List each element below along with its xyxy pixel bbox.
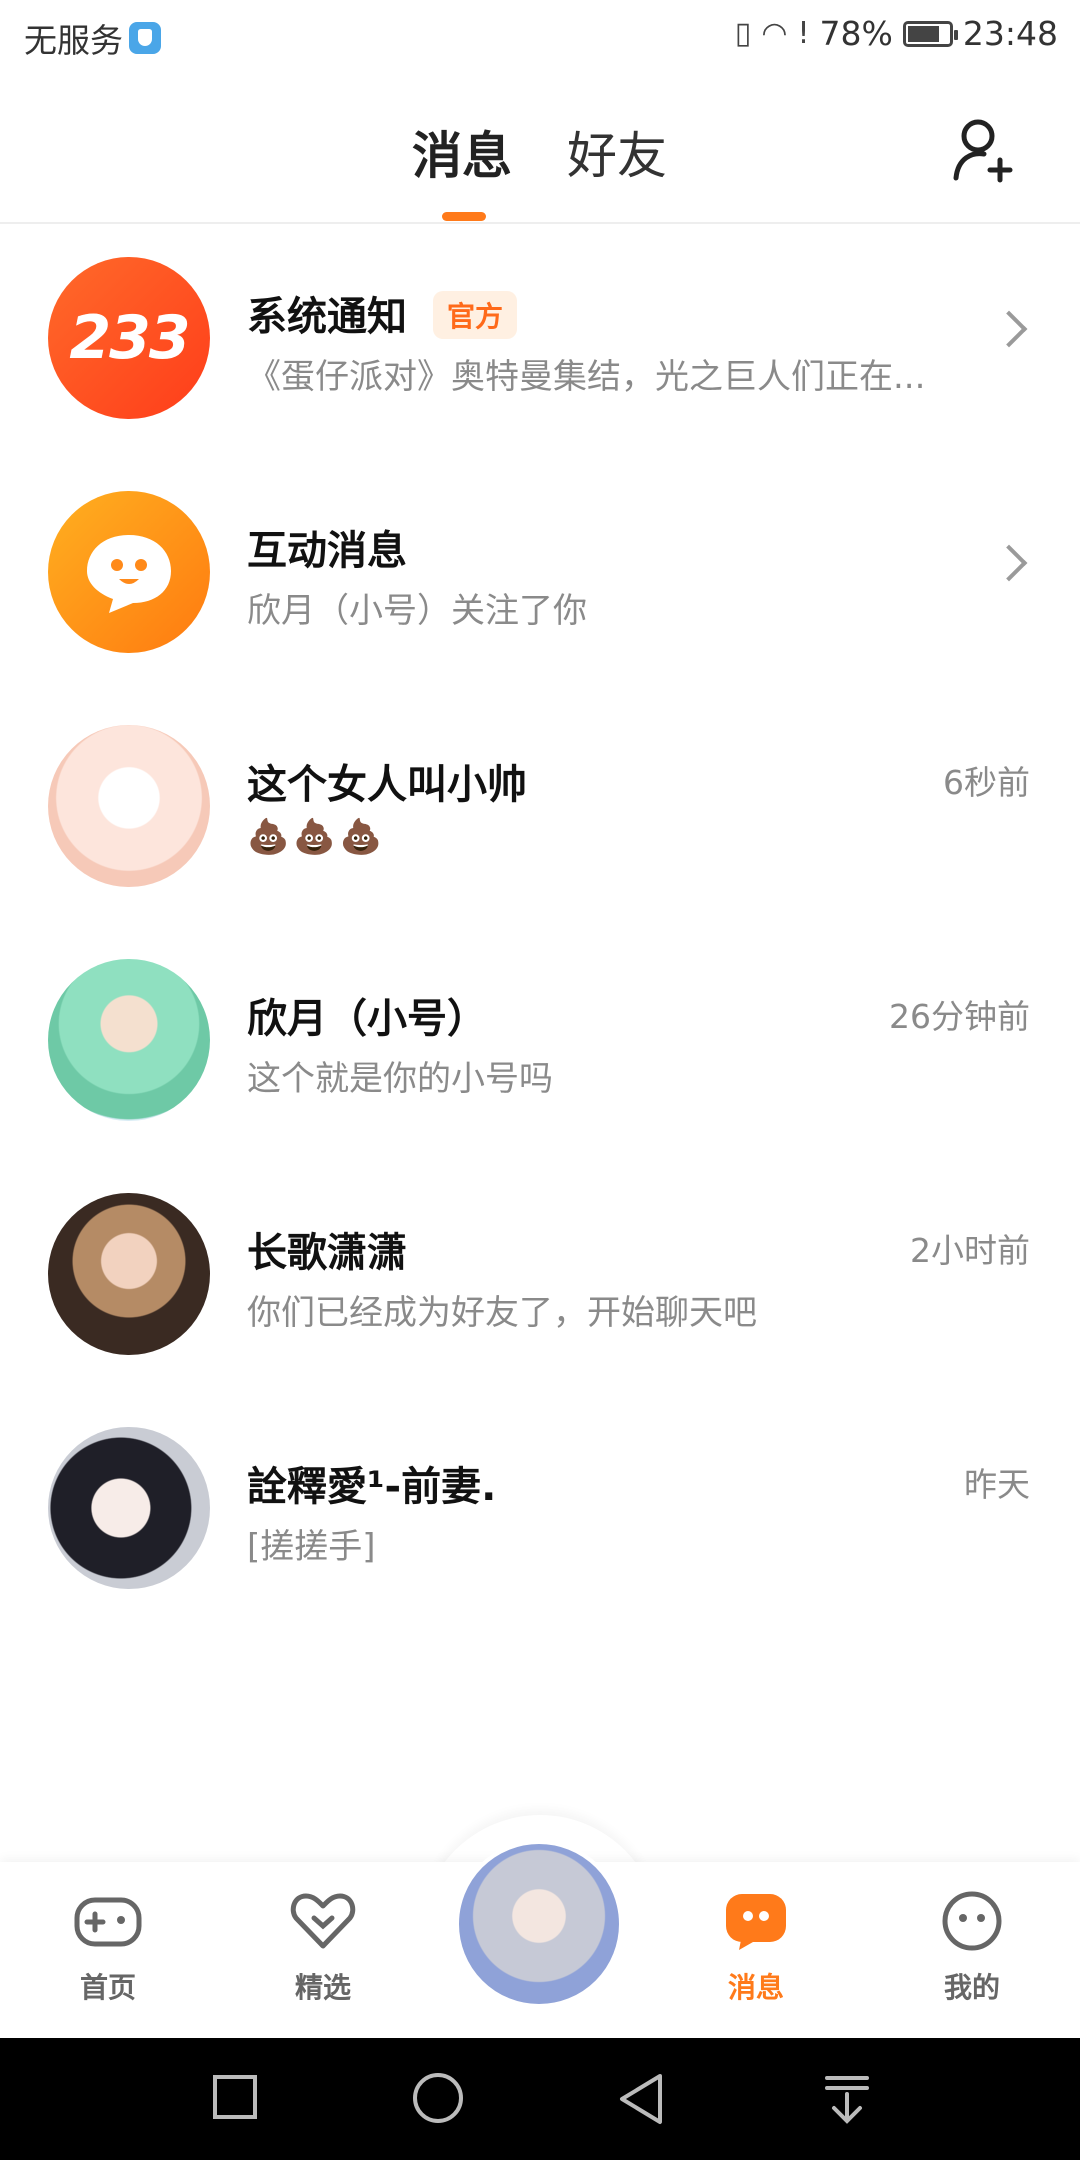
nav-profile[interactable]: 我的 <box>892 1890 1052 2006</box>
conversation-name: 长歌潇潇 <box>247 1230 407 1276</box>
conversation-list: 233 系统通知 官方 《蛋仔派对》奥特曼集结，光之巨人们正在... 互动消息 欣… <box>0 224 1080 1628</box>
conversation-preview: 你们已经成为好友了，开始聊天吧 <box>247 1293 757 1333</box>
alert-icon: ! <box>797 16 810 51</box>
wifi-icon: ◠ <box>761 16 788 51</box>
nav-label: 我的 <box>943 1971 1000 2004</box>
heart-icon <box>290 1893 356 1949</box>
tab-friends[interactable]: 好友 <box>567 116 667 188</box>
status-left: 无服务 <box>24 14 161 62</box>
chevron-right-icon <box>990 310 1028 348</box>
avatar-233-logo: 233 <box>69 303 190 373</box>
conversation-preview: [搓搓手] <box>247 1527 376 1567</box>
tab-messages[interactable]: 消息 <box>412 116 512 188</box>
conversation-name: 詮釋愛¹-前妻. <box>247 1464 497 1510</box>
nav-featured[interactable]: 精选 <box>243 1890 403 2006</box>
conversation-interactions[interactable]: 互动消息 欣月（小号）关注了你 <box>0 458 1080 692</box>
battery-icon <box>902 20 958 47</box>
carrier-text: 无服务 <box>24 21 123 60</box>
conversation-item[interactable]: 詮釋愛¹-前妻. 昨天 [搓搓手] <box>0 1394 1080 1628</box>
conversation-name: 系统通知 官方 <box>247 284 518 343</box>
add-friend-icon[interactable] <box>950 114 1020 184</box>
conversation-name: 互动消息 <box>247 528 407 574</box>
conversation-time: 6秒前 <box>943 763 1030 802</box>
status-bar: 无服务 ▯ ◠ ! 78% 23:48 <box>0 0 1080 76</box>
gamepad-icon <box>74 1897 142 1947</box>
avatar <box>48 959 210 1121</box>
status-right: ▯ ◠ ! 78% 23:48 <box>735 14 1058 53</box>
clock: 23:48 <box>962 14 1058 53</box>
nav-home[interactable]: 首页 <box>28 1890 188 2006</box>
notification-pulldown-icon[interactable] <box>822 2072 872 2128</box>
conversation-system-notice[interactable]: 233 系统通知 官方 《蛋仔派对》奥特曼集结，光之巨人们正在... <box>0 224 1080 458</box>
conversation-item[interactable]: 长歌潇潇 2小时前 你们已经成为好友了，开始聊天吧 <box>0 1160 1080 1394</box>
vibrate-icon: ▯ <box>734 16 752 51</box>
avatar <box>48 725 210 887</box>
active-tab-indicator <box>442 212 486 221</box>
avatar <box>48 1193 210 1355</box>
conversation-preview: 欣月（小号）关注了你 <box>247 591 587 631</box>
conversation-time: 昨天 <box>964 1465 1030 1504</box>
chevron-right-icon <box>990 544 1028 582</box>
back-triangle-icon[interactable] <box>616 2072 666 2128</box>
conversation-preview: 这个就是你的小号吗 <box>247 1059 553 1099</box>
center-avatar-button[interactable] <box>455 1840 623 2008</box>
conversation-name: 这个女人叫小帅 <box>247 762 527 808</box>
nav-label: 消息 <box>727 1971 784 2004</box>
conversation-item[interactable]: 欣月（小号） 26分钟前 这个就是你的小号吗 <box>0 926 1080 1160</box>
shield-icon <box>129 22 161 54</box>
message-icon <box>726 1894 786 1950</box>
nav-label: 首页 <box>79 1971 136 2004</box>
home-circle-icon[interactable] <box>410 2072 466 2128</box>
nav-messages[interactable]: 消息 <box>676 1890 836 2006</box>
conversation-preview: 💩💩💩 <box>247 817 387 857</box>
face-icon <box>942 1891 1002 1951</box>
conversation-item[interactable]: 这个女人叫小帅 6秒前 💩💩💩 <box>0 692 1080 926</box>
official-badge: 官方 <box>433 291 518 339</box>
conversation-time: 2小时前 <box>910 1231 1030 1270</box>
speech-bubble-icon <box>87 535 171 613</box>
conversation-name-text: 系统通知 <box>247 294 407 340</box>
conversation-time: 26分钟前 <box>889 997 1030 1036</box>
recent-apps-icon[interactable] <box>210 2072 260 2122</box>
battery-percent: 78% <box>819 14 893 53</box>
avatar <box>48 1427 210 1589</box>
conversation-name: 欣月（小号） <box>247 996 487 1042</box>
system-nav-bar <box>0 2038 1080 2160</box>
top-header: 消息 好友 <box>0 76 1080 224</box>
avatar: 233 <box>48 257 210 419</box>
nav-label: 精选 <box>294 1971 351 2004</box>
conversation-preview: 《蛋仔派对》奥特曼集结，光之巨人们正在... <box>247 357 926 397</box>
avatar <box>48 491 210 653</box>
